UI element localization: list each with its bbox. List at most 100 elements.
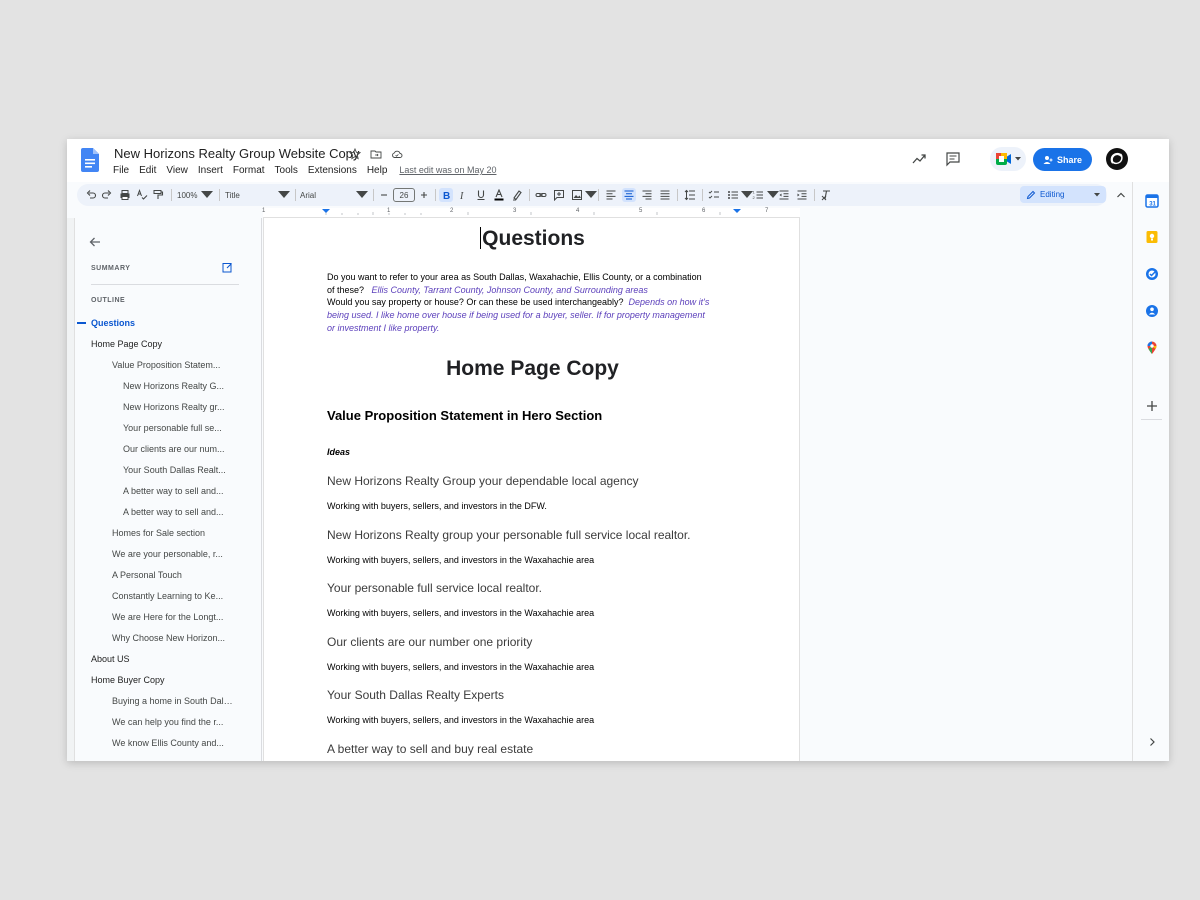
- outline-item[interactable]: Questions: [91, 318, 233, 328]
- menu-file[interactable]: File: [113, 165, 129, 176]
- idea-tagline[interactable]: Your personable full service local realt…: [327, 581, 747, 595]
- editing-mode-select[interactable]: Editing: [1020, 186, 1106, 203]
- paint-format-icon[interactable]: [152, 188, 164, 202]
- menu-edit[interactable]: Edit: [139, 165, 156, 176]
- document-title[interactable]: New Horizons Realty Group Website Copy: [114, 146, 359, 161]
- paragraph-style-select[interactable]: Title: [225, 188, 290, 202]
- clear-formatting-button[interactable]: [820, 188, 832, 202]
- share-button[interactable]: Share: [1033, 148, 1092, 171]
- star-icon[interactable]: [348, 147, 362, 160]
- checklist-button[interactable]: [708, 188, 720, 202]
- vertical-ruler[interactable]: [67, 218, 75, 761]
- document-page[interactable]: Questions Do you want to refer to your a…: [263, 218, 800, 761]
- idea-tagline[interactable]: New Horizons Realty group your personabl…: [327, 528, 747, 542]
- font-family-select[interactable]: Arial: [300, 188, 368, 202]
- italic-button[interactable]: I: [457, 188, 469, 202]
- idea-tagline[interactable]: Your South Dallas Realty Experts: [327, 688, 747, 702]
- idea-subtext[interactable]: Working with buyers, sellers, and invest…: [327, 501, 747, 511]
- decrease-indent-button[interactable]: [778, 188, 790, 202]
- answer-2c[interactable]: or investment I like property.: [327, 322, 747, 335]
- idea-subtext[interactable]: Working with buyers, sellers, and invest…: [327, 715, 747, 725]
- spellcheck-icon[interactable]: [136, 188, 148, 202]
- increase-indent-button[interactable]: [796, 188, 808, 202]
- account-avatar[interactable]: [1105, 147, 1129, 171]
- insert-link-button[interactable]: [535, 188, 547, 202]
- outline-item[interactable]: Home Page Copy: [91, 339, 233, 349]
- docs-logo-icon[interactable]: [81, 148, 99, 172]
- outline-item[interactable]: Value Proposition Statem...: [112, 360, 233, 370]
- underline-button[interactable]: [475, 188, 487, 202]
- outline-item[interactable]: We are your personable, r...: [112, 549, 233, 559]
- menu-tools[interactable]: Tools: [275, 165, 298, 176]
- increase-font-size-button[interactable]: [418, 188, 430, 202]
- menu-help[interactable]: Help: [367, 165, 388, 176]
- menu-format[interactable]: Format: [233, 165, 265, 176]
- outline-item[interactable]: A Personal Touch: [112, 570, 233, 580]
- activity-trend-icon[interactable]: [911, 151, 927, 167]
- justify-button[interactable]: [659, 188, 671, 202]
- outline-item[interactable]: Our clients are our num...: [123, 444, 233, 454]
- menu-insert[interactable]: Insert: [198, 165, 223, 176]
- move-folder-icon[interactable]: [370, 147, 383, 160]
- numbered-list-button[interactable]: 12: [752, 188, 764, 202]
- outline-item[interactable]: Home Buyer Copy: [91, 675, 233, 685]
- idea-tagline[interactable]: A better way to sell and buy real estate: [327, 742, 747, 756]
- horizontal-ruler[interactable]: 1 1 2 3 4 5 6 7: [262, 208, 800, 218]
- cloud-status-icon[interactable]: [391, 147, 404, 160]
- hide-menus-chevron-up-icon[interactable]: [1115, 189, 1127, 201]
- outline-item[interactable]: Your personable full se...: [123, 423, 233, 433]
- add-comment-button[interactable]: [553, 188, 565, 202]
- align-right-button[interactable]: [641, 188, 653, 202]
- outline-item[interactable]: New Horizons Realty gr...: [123, 402, 233, 412]
- answer-2b[interactable]: being used. I like home over house if be…: [327, 309, 747, 322]
- idea-tagline[interactable]: New Horizons Realty Group your dependabl…: [327, 474, 747, 488]
- keep-notes-icon[interactable]: [1145, 230, 1159, 244]
- bold-button[interactable]: B: [439, 188, 453, 202]
- comments-icon[interactable]: [945, 151, 961, 167]
- idea-subtext[interactable]: Working with buyers, sellers, and invest…: [327, 662, 747, 672]
- outline-item[interactable]: We know Ellis County and...: [112, 738, 233, 748]
- add-summary-icon[interactable]: [222, 262, 233, 273]
- outline-item[interactable]: A better way to sell and...: [123, 486, 233, 496]
- bulleted-list-button[interactable]: [727, 188, 739, 202]
- outline-item[interactable]: Why Choose New Horizon...: [112, 633, 233, 643]
- maps-icon[interactable]: [1145, 341, 1159, 355]
- outline-item[interactable]: Your South Dallas Realt...: [123, 465, 233, 475]
- outline-item[interactable]: Constantly Learning to Ke...: [112, 591, 233, 601]
- print-icon[interactable]: [119, 188, 131, 202]
- highlight-color-button[interactable]: [511, 188, 523, 202]
- menu-view[interactable]: View: [166, 165, 188, 176]
- outline-item[interactable]: About US: [91, 654, 233, 664]
- outline-item[interactable]: We can help you find the r...: [112, 717, 233, 727]
- get-add-ons-plus-icon[interactable]: [1145, 399, 1159, 413]
- heading-home-page-copy[interactable]: Home Page Copy: [264, 357, 799, 381]
- expand-panel-chevron-right-icon[interactable]: [1145, 735, 1159, 749]
- text-color-button[interactable]: [493, 188, 505, 202]
- outline-item[interactable]: Homes for Sale section: [112, 528, 233, 538]
- outline-item[interactable]: We are Here for the Longt...: [112, 612, 233, 622]
- heading-value-proposition[interactable]: Value Proposition Statement in Hero Sect…: [327, 408, 747, 423]
- question-2[interactable]: Would you say property or house? Or can …: [327, 296, 747, 309]
- align-center-button[interactable]: [622, 188, 636, 202]
- idea-tagline[interactable]: Our clients are our number one priority: [327, 635, 747, 649]
- align-left-button[interactable]: [605, 188, 617, 202]
- menu-extensions[interactable]: Extensions: [308, 165, 357, 176]
- question-1-line-1[interactable]: Do you want to refer to your area as Sou…: [327, 271, 747, 284]
- ideas-label[interactable]: Ideas: [327, 447, 747, 457]
- line-spacing-button[interactable]: [684, 188, 696, 202]
- contacts-icon[interactable]: [1145, 304, 1159, 318]
- meet-button[interactable]: [990, 147, 1026, 171]
- zoom-select[interactable]: 100%: [177, 188, 213, 202]
- heading-questions[interactable]: Questions: [264, 227, 799, 251]
- calendar-icon[interactable]: 31: [1145, 194, 1159, 208]
- font-size-input[interactable]: 26: [393, 188, 415, 202]
- insert-image-button[interactable]: [571, 188, 583, 202]
- idea-subtext[interactable]: Working with buyers, sellers, and invest…: [327, 555, 747, 565]
- back-arrow-icon[interactable]: [88, 235, 102, 249]
- question-1-line-2[interactable]: of these? Ellis County, Tarrant County, …: [327, 284, 747, 297]
- redo-icon[interactable]: [101, 188, 113, 202]
- decrease-font-size-button[interactable]: [378, 188, 390, 202]
- outline-item[interactable]: Buying a home in South Dall...: [112, 696, 233, 706]
- undo-icon[interactable]: [85, 188, 97, 202]
- outline-item[interactable]: A better way to sell and...: [123, 507, 233, 517]
